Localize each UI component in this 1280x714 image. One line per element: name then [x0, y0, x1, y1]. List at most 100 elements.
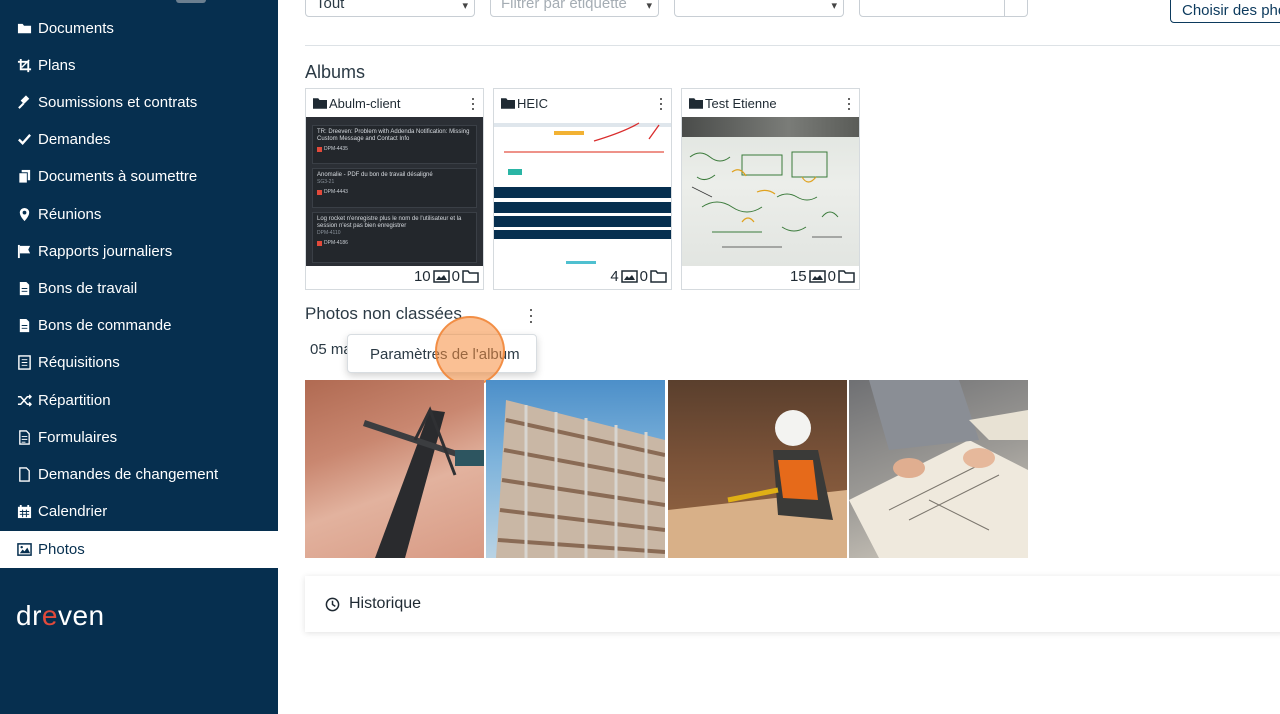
sidebar-item-bons-de-commande[interactable]: Bons de commande	[0, 307, 278, 344]
album-thumbnail[interactable]: TR: Dreeven: Problem with Addenda Notifi…	[306, 117, 483, 266]
sidebar-item-label: Documents à soumettre	[38, 168, 198, 185]
photo-tile[interactable]	[486, 380, 665, 558]
thumb-ticket-title: Log rocket n'enregistre plus le nom de l…	[317, 216, 462, 229]
album-name: Test Etienne	[705, 95, 777, 111]
album-menu-icon[interactable]	[471, 98, 475, 110]
album-counts: 10 0	[414, 268, 479, 285]
sidebar-item-label: Répartition	[38, 392, 111, 409]
crop-icon	[17, 58, 32, 73]
sidebar-item-documents[interactable]: Documents	[0, 10, 278, 47]
folder-count: 0	[451, 268, 460, 285]
sidebar-item-label: Documents	[38, 20, 114, 37]
sidebar-item-requisitions[interactable]: Réquisitions	[0, 344, 278, 381]
tag-filter-select[interactable]: Filtrer par étiquette ▾	[490, 0, 659, 17]
thumb-ticket-title: TR: Dreeven: Problem with Addenda Notifi…	[317, 129, 470, 142]
sidebar-item-plans[interactable]: Plans	[0, 47, 278, 84]
thumb-ticket-card: Log rocket n'enregistre plus le nom de l…	[312, 212, 477, 263]
chevron-down-icon: ▾	[646, 0, 652, 12]
main-content: Tout ▾ Filtrer par étiquette ▾ ▾ Choisir…	[278, 0, 1280, 714]
flag-icon	[17, 244, 32, 259]
folder-icon	[689, 97, 703, 109]
thumb-ticket-code: DPM-4186	[317, 240, 472, 247]
divider	[305, 45, 1280, 46]
gavel-icon	[17, 95, 32, 110]
album-card[interactable]: Test Etienne 15 0	[681, 88, 860, 290]
check-icon	[17, 132, 32, 147]
album-card[interactable]: Abulm-client TR: Dreeven: Problem with A…	[305, 88, 484, 290]
unsorted-menu-icon[interactable]	[528, 309, 534, 323]
album-name: HEIC	[517, 95, 549, 111]
chevron-down-icon: ▾	[462, 0, 468, 12]
copy-icon	[17, 169, 32, 184]
history-panel[interactable]: Historique	[305, 576, 1280, 632]
sidebar-item-label: Bons de travail	[38, 280, 138, 297]
image-icon	[620, 270, 638, 283]
folder-outline-icon	[462, 270, 479, 283]
sidebar-item-demandes-de-changement[interactable]: Demandes de changement	[0, 456, 278, 493]
sidebar: Documents Plans Soumissions et contrats …	[0, 0, 278, 714]
album-header: HEIC	[494, 89, 671, 117]
type-filter-value: Tout	[316, 0, 345, 12]
sidebar-item-label: Formulaires	[38, 429, 118, 446]
search-input[interactable]	[859, 0, 1028, 17]
sidebar-item-photos[interactable]: Photos	[0, 531, 278, 568]
sidebar-item-formulaires[interactable]: Formulaires	[0, 419, 278, 456]
photo-tile[interactable]	[668, 380, 847, 558]
calendar-icon	[17, 504, 32, 519]
thumb-ticket-code: DPM-4435	[317, 146, 472, 153]
sidebar-item-calendrier[interactable]: Calendrier	[0, 493, 278, 530]
folder-icon	[313, 97, 327, 109]
thumb-ticket-sub: SG3-21	[317, 179, 335, 185]
image-icon	[432, 270, 450, 283]
sidebar-item-label: Plans	[38, 57, 76, 74]
album-menu-icon[interactable]	[659, 98, 663, 110]
photo-tile[interactable]	[305, 380, 484, 558]
sidebar-item-label: Photos	[38, 541, 85, 558]
album-thumbnail[interactable]	[494, 117, 671, 266]
folder-icon	[17, 21, 32, 36]
album-menu-icon[interactable]	[847, 98, 851, 110]
file-text-icon	[17, 318, 32, 333]
sidebar-item-demandes[interactable]: Demandes	[0, 121, 278, 158]
image-icon	[17, 542, 32, 557]
album-card[interactable]: HEIC 4 0	[493, 88, 672, 290]
unsorted-photos-title: Photos non classées	[305, 304, 462, 323]
sidebar-item-bons-de-travail[interactable]: Bons de travail	[0, 270, 278, 307]
third-filter-select[interactable]: ▾	[674, 0, 844, 17]
file-text-icon	[17, 281, 32, 296]
sidebar-scrollbar[interactable]	[176, 0, 206, 3]
album-name: Abulm-client	[329, 95, 401, 111]
thumb-ticket-code: DPM-4443	[317, 189, 472, 196]
sidebar-item-repartition[interactable]: Répartition	[0, 382, 278, 419]
sidebar-item-label: Demandes	[38, 131, 111, 148]
tag-filter-placeholder: Filtrer par étiquette	[501, 0, 627, 12]
sidebar-item-rapports[interactable]: Rapports journaliers	[0, 233, 278, 270]
date-group-label: 05 ma	[310, 341, 352, 358]
sidebar-item-label: Calendrier	[38, 503, 108, 520]
sidebar-item-label: Réunions	[38, 206, 102, 223]
folder-outline-icon	[650, 270, 667, 283]
clock-icon	[325, 597, 340, 611]
photo-count: 4	[610, 268, 619, 285]
sidebar-item-reunions[interactable]: Réunions	[0, 196, 278, 233]
album-thumbnail[interactable]	[682, 117, 859, 266]
photo-tile[interactable]	[849, 380, 1028, 558]
type-filter-select[interactable]: Tout ▾	[305, 0, 475, 17]
sidebar-item-label: Rapports journaliers	[38, 243, 173, 260]
file-outline-icon	[17, 467, 32, 482]
album-header: Abulm-client	[306, 89, 483, 117]
history-label: Historique	[349, 595, 422, 612]
file-lines-icon	[17, 430, 32, 445]
checklist-icon	[17, 355, 32, 370]
sidebar-item-documents-a-soumettre[interactable]: Documents à soumettre	[0, 158, 278, 195]
folder-icon	[501, 97, 515, 109]
sidebar-item-soumissions[interactable]: Soumissions et contrats	[0, 84, 278, 121]
input-divider	[1004, 0, 1005, 17]
sidebar-item-label: Demandes de changement	[38, 466, 219, 483]
album-header: Test Etienne	[682, 89, 859, 117]
photo-count: 15	[789, 268, 807, 285]
click-indicator	[435, 316, 505, 386]
choose-photos-button[interactable]: Choisir des pho	[1170, 0, 1280, 23]
thumb-ticket-card: TR: Dreeven: Problem with Addenda Notifi…	[312, 125, 477, 164]
folder-outline-icon	[838, 270, 855, 283]
